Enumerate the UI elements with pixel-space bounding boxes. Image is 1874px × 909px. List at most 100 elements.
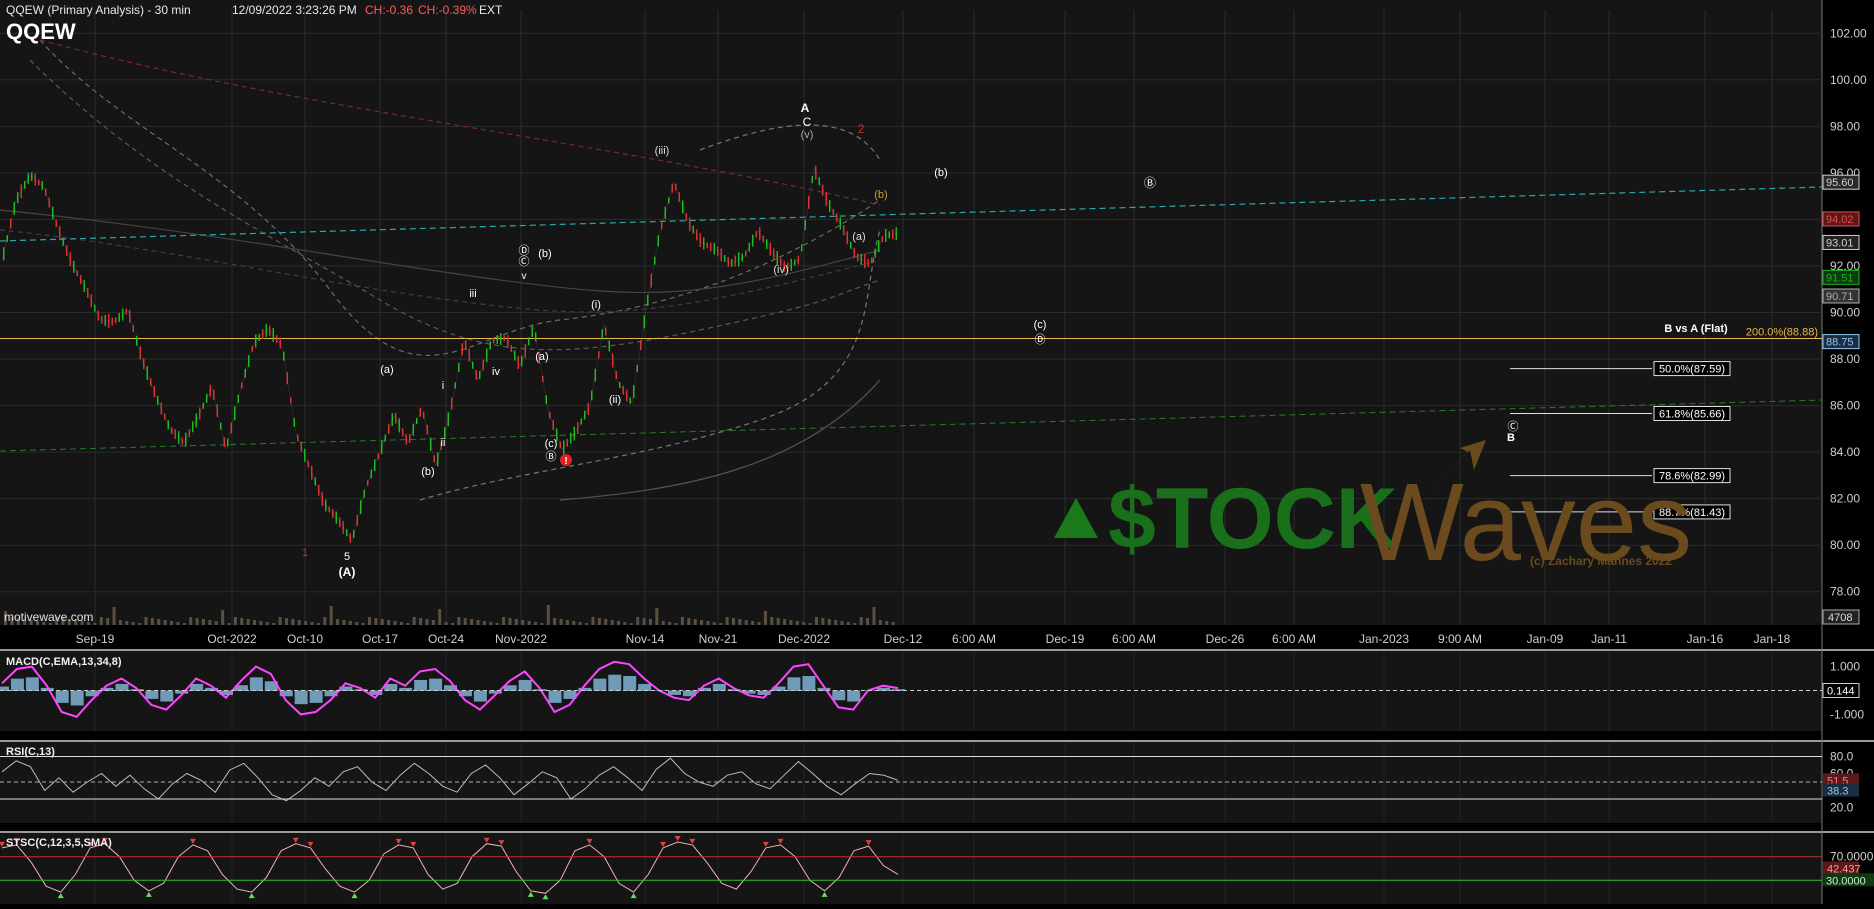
volume-bar — [291, 619, 295, 625]
volume-bar — [885, 621, 889, 625]
volume-bar — [891, 622, 895, 625]
time-tick-label: Sep-19 — [76, 632, 115, 646]
stock-chart-svg[interactable]: 78.0080.0082.0084.0086.0088.0090.0092.00… — [0, 0, 1874, 909]
volume-bar — [201, 619, 205, 625]
volume-bar — [284, 618, 288, 625]
volume-bar — [131, 622, 135, 625]
volume-bar — [604, 619, 608, 625]
time-tick-label: Dec-2022 — [778, 632, 830, 646]
volume-bar — [585, 623, 589, 625]
macd-histogram-bar — [309, 690, 323, 703]
volume-bar — [393, 621, 397, 625]
volume-bar — [540, 623, 544, 625]
wave-label: (c) — [545, 438, 558, 450]
volume-bar — [316, 623, 320, 625]
price-tag-label: 95.60 — [1826, 177, 1854, 189]
fib-targets-title: B vs A (Flat) — [1664, 323, 1728, 335]
volume-bar — [150, 618, 154, 625]
volume-bar — [387, 620, 391, 625]
watermark-copyright: (c) Zachary Mannes 2022 — [1530, 554, 1672, 568]
stsc-panel-bg — [0, 833, 1822, 904]
volume-bar — [182, 623, 186, 625]
volume-bar — [253, 620, 257, 625]
volume-bar — [866, 618, 870, 625]
change-absolute: CH:-0.36 — [365, 3, 414, 17]
volume-bar — [751, 621, 755, 625]
volume-bar — [872, 607, 876, 625]
volume-bar — [336, 619, 340, 625]
wave-label: (b) — [874, 189, 887, 201]
volume-bar — [661, 621, 665, 625]
volume-bar — [259, 621, 263, 625]
stsc-value-label: 30.0000 — [1826, 875, 1866, 887]
volume-bar — [642, 618, 646, 625]
time-tick-label: Oct-17 — [362, 632, 398, 646]
time-tick-label: 6:00 AM — [1272, 632, 1316, 646]
price-tick-label: 84.00 — [1830, 445, 1860, 459]
volume-bar — [265, 622, 269, 625]
time-tick-label: Dec-19 — [1046, 632, 1085, 646]
volume-bar — [227, 623, 231, 625]
volume-tag-label: 4708 — [1828, 612, 1852, 624]
price-tick-label: 80.00 — [1830, 538, 1860, 552]
volume-bar — [348, 621, 352, 625]
wave-label: (b) — [421, 466, 434, 478]
volume-bar — [246, 619, 250, 625]
volume-bar — [802, 622, 806, 625]
fib-level-label: 200.0%(88.88) — [1746, 327, 1818, 339]
wave-label: (ii) — [609, 394, 621, 406]
volume-bar — [355, 622, 359, 625]
volume-bar — [821, 618, 825, 625]
volume-bar — [572, 621, 576, 625]
volume-bar — [559, 619, 563, 625]
macd-histogram-bar — [668, 690, 681, 695]
volume-bar — [693, 619, 697, 625]
chart-title: QQEW (Primary Analysis) - 30 min — [6, 3, 191, 17]
fib-target-label: 61.8%(85.66) — [1659, 408, 1725, 420]
volume-bar — [719, 623, 723, 625]
rsi-tick-label: 20.0 — [1830, 801, 1854, 815]
wave-label: (v) — [801, 129, 814, 141]
macd-panel-title: MACD(C,EMA,13,34,8) — [6, 656, 122, 668]
volume-bar — [514, 619, 518, 625]
volume-bar — [406, 623, 410, 625]
volume-bar — [834, 620, 838, 625]
wave-label: (A) — [339, 565, 356, 579]
macd-histogram-bar — [115, 683, 129, 691]
time-tick-label: 9:00 AM — [1438, 632, 1482, 646]
time-tick-label: Jan-18 — [1754, 632, 1791, 646]
wave-label: (c) — [1034, 319, 1047, 331]
wave-label: C — [803, 115, 812, 129]
volume-bar — [170, 621, 174, 625]
macd-histogram-bar — [10, 678, 24, 691]
wave-label: 2 — [858, 122, 865, 136]
wave-label: 1 — [302, 547, 308, 559]
volume-bar — [444, 622, 448, 625]
volume-bar — [489, 622, 493, 625]
volume-bar — [208, 620, 212, 625]
volume-bar — [776, 618, 780, 625]
volume-bar — [214, 621, 218, 625]
volume-bar — [163, 620, 167, 625]
wave-label: (iii) — [655, 145, 670, 157]
volume-bar — [636, 617, 640, 625]
change-percent: CH:-0.39% — [418, 3, 477, 17]
volume-bar — [304, 621, 308, 625]
volume-bar — [674, 623, 678, 625]
volume-bar — [763, 611, 767, 625]
fib-target-label: 50.0%(87.59) — [1659, 364, 1725, 376]
volume-bar — [297, 620, 301, 625]
wave-label: Ⓑ — [546, 450, 557, 463]
volume-bar — [310, 622, 314, 625]
volume-bar — [840, 621, 844, 625]
price-tick-label: 78.00 — [1830, 585, 1860, 599]
wave-label: (a) — [535, 351, 548, 363]
chart-workspace[interactable]: 78.00 80.00 82.00 84.00 86.00 88.00 90.00 92.00… — [0, 0, 1874, 909]
volume-bar — [438, 609, 442, 625]
volume-bar — [419, 618, 423, 625]
volume-bar — [553, 618, 557, 625]
wave-label: 5 — [344, 551, 350, 563]
volume-bar — [668, 622, 672, 625]
volume-bar — [546, 605, 550, 625]
time-tick-label: Jan-09 — [1527, 632, 1564, 646]
